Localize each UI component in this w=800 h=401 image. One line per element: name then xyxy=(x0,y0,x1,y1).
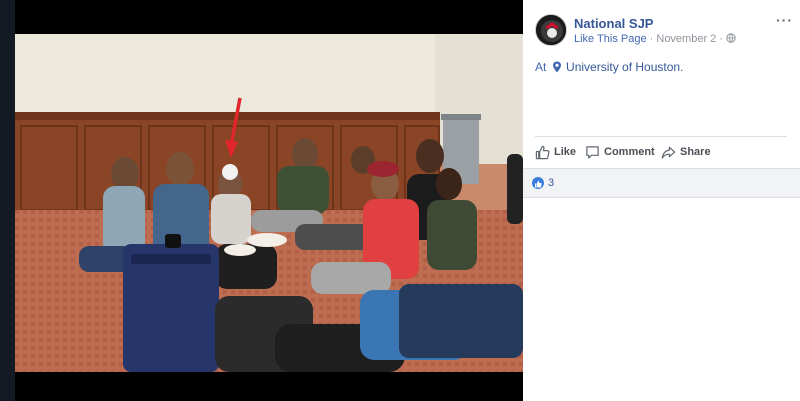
meta-separator-2: · xyxy=(719,33,724,45)
globe-icon[interactable] xyxy=(726,33,736,43)
like-page-link[interactable]: Like This Page xyxy=(574,33,647,45)
post-date[interactable]: November 2 xyxy=(656,33,716,45)
photo-viewer: National SJP Like This Page · November 2… xyxy=(0,0,800,401)
ellipsis-icon: ··· xyxy=(776,12,793,28)
comment-icon xyxy=(586,145,599,159)
comment-button[interactable]: Comment xyxy=(585,142,655,162)
previous-content-strip xyxy=(0,0,15,401)
post-location: At University of Houston. xyxy=(535,60,683,74)
photo-stage xyxy=(0,0,523,401)
reactions-bar: 3 xyxy=(523,168,800,198)
share-button[interactable]: Share xyxy=(661,142,711,162)
like-button[interactable]: Like xyxy=(535,142,576,162)
location-prefix: At xyxy=(535,60,547,74)
map-pin-icon xyxy=(552,61,561,73)
location-link[interactable]: University of Houston. xyxy=(566,60,683,74)
more-options-button[interactable]: ··· xyxy=(776,12,793,28)
post-header: National SJP Like This Page · November 2… xyxy=(535,12,795,48)
thumbs-up-icon xyxy=(535,145,550,159)
post-side-panel: National SJP Like This Page · November 2… xyxy=(523,0,800,401)
page-name-link[interactable]: National SJP xyxy=(574,16,653,31)
post-meta: Like This Page · November 2 · xyxy=(574,33,736,45)
avatar-image xyxy=(536,15,566,45)
share-label: Share xyxy=(680,146,711,158)
like-reaction-glyph xyxy=(535,180,542,188)
meta-separator: · xyxy=(649,33,654,45)
comment-label: Comment xyxy=(604,146,655,158)
like-reaction-icon[interactable] xyxy=(532,177,544,189)
reaction-count[interactable]: 3 xyxy=(548,177,554,189)
post-photo[interactable] xyxy=(15,34,523,372)
group-photo-illustration xyxy=(15,34,523,372)
share-icon xyxy=(661,146,676,159)
actions-divider xyxy=(535,136,787,137)
post-actions: Like Comment Share xyxy=(535,142,787,162)
page-avatar[interactable] xyxy=(535,14,567,46)
like-label: Like xyxy=(554,146,577,158)
